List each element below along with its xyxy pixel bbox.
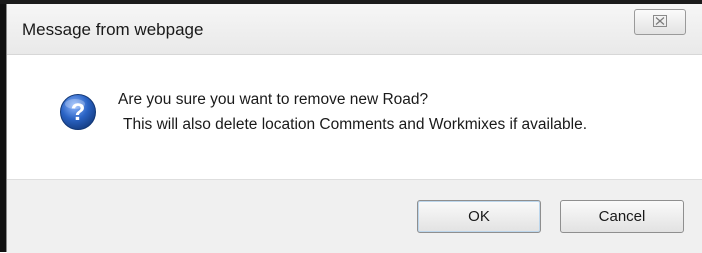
cancel-button[interactable]: Cancel (560, 200, 684, 233)
message-text-line2: This will also delete location Comments … (123, 116, 588, 133)
ok-button[interactable]: OK (417, 200, 541, 233)
close-icon (653, 14, 667, 30)
question-icon: ? (59, 93, 97, 131)
dialog-content: ? Are you sure you want to remove new Ro… (7, 55, 702, 179)
close-button[interactable] (634, 9, 686, 35)
dialog-button-bar: OK Cancel (7, 179, 702, 253)
svg-text:?: ? (71, 99, 86, 126)
message-text-line1: Are you sure you want to remove new Road… (118, 91, 429, 108)
dialog-titlebar: Message from webpage (7, 4, 702, 55)
message-dialog: Message from webpage ? Are you sure you … (6, 4, 702, 253)
dialog-title: Message from webpage (22, 20, 204, 39)
